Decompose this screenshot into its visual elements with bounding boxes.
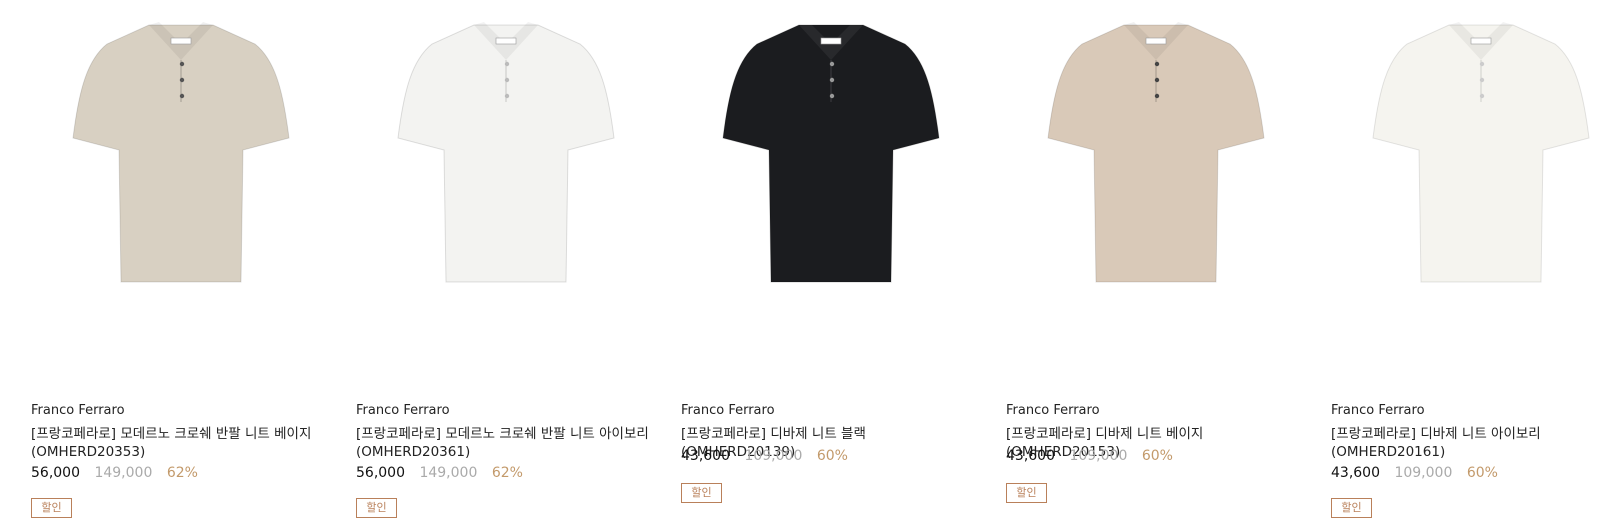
discount-rate: 60% <box>816 448 848 464</box>
sale-badge: 할인 <box>681 483 722 503</box>
product-brand: Franco Ferraro <box>356 403 450 418</box>
discount-rate: 62% <box>166 465 198 481</box>
polo-shirt-image <box>397 22 615 283</box>
product-card[interactable]: Franco Ferraro [프랑코페라로] 디바제 니트 블랙 (OMHER… <box>681 0 981 528</box>
sale-price: 56,000 <box>31 465 80 481</box>
product-card[interactable]: Franco Ferraro [프랑코페라로] 모데르노 크로쉐 반팔 니트 아… <box>356 0 656 528</box>
price-row: 56,000 149,000 62% <box>356 465 523 481</box>
discount-rate: 60% <box>1466 465 1498 481</box>
product-brand: Franco Ferraro <box>1331 403 1425 418</box>
polo-shirt-image <box>722 22 940 283</box>
original-price: 109,000 <box>1069 448 1128 464</box>
sale-badge: 할인 <box>1006 483 1047 503</box>
product-image-link[interactable] <box>31 0 331 380</box>
product-image-link[interactable] <box>1006 0 1306 380</box>
sale-price: 43,600 <box>681 448 730 464</box>
polo-shirt-image <box>1047 22 1265 283</box>
original-price: 149,000 <box>94 465 153 481</box>
product-name-link[interactable]: [프랑코페라로] 모데르노 크로쉐 반팔 니트 아이보리 (OMHERD2036… <box>356 425 656 461</box>
product-brand: Franco Ferraro <box>31 403 125 418</box>
product-grid: Franco Ferraro [프랑코페라로] 모데르노 크로쉐 반팔 니트 베… <box>0 0 1610 528</box>
price-row: 43,600 109,000 60% <box>1006 448 1173 464</box>
original-price: 109,000 <box>1394 465 1453 481</box>
price-row: 43,600 109,000 60% <box>681 448 848 464</box>
product-image-link[interactable] <box>1331 0 1610 380</box>
product-name-link[interactable]: [프랑코페라로] 모데르노 크로쉐 반팔 니트 베이지 (OMHERD20353… <box>31 425 331 461</box>
price-row: 56,000 149,000 62% <box>31 465 198 481</box>
discount-rate: 60% <box>1141 448 1173 464</box>
product-card[interactable]: Franco Ferraro [프랑코페라로] 디바제 니트 베이지 (OMHE… <box>1006 0 1306 528</box>
sale-price: 43,600 <box>1006 448 1055 464</box>
sale-badge: 할인 <box>356 498 397 518</box>
polo-shirt-image <box>1372 22 1590 283</box>
original-price: 149,000 <box>419 465 478 481</box>
product-brand: Franco Ferraro <box>681 403 775 418</box>
product-image-link[interactable] <box>356 0 656 380</box>
product-image-link[interactable] <box>681 0 981 380</box>
sale-badge: 할인 <box>1331 498 1372 518</box>
sale-badge: 할인 <box>31 498 72 518</box>
original-price: 109,000 <box>744 448 803 464</box>
product-brand: Franco Ferraro <box>1006 403 1100 418</box>
sale-price: 43,600 <box>1331 465 1380 481</box>
sale-price: 56,000 <box>356 465 405 481</box>
product-card[interactable]: Franco Ferraro [프랑코페라로] 모데르노 크로쉐 반팔 니트 베… <box>31 0 331 528</box>
price-row: 43,600 109,000 60% <box>1331 465 1498 481</box>
product-card[interactable]: Franco Ferraro [프랑코페라로] 디바제 니트 아이보리 (OMH… <box>1331 0 1610 528</box>
product-name-link[interactable]: [프랑코페라로] 디바제 니트 아이보리 (OMHERD20161) <box>1331 425 1610 461</box>
discount-rate: 62% <box>491 465 523 481</box>
polo-shirt-image <box>72 22 290 283</box>
